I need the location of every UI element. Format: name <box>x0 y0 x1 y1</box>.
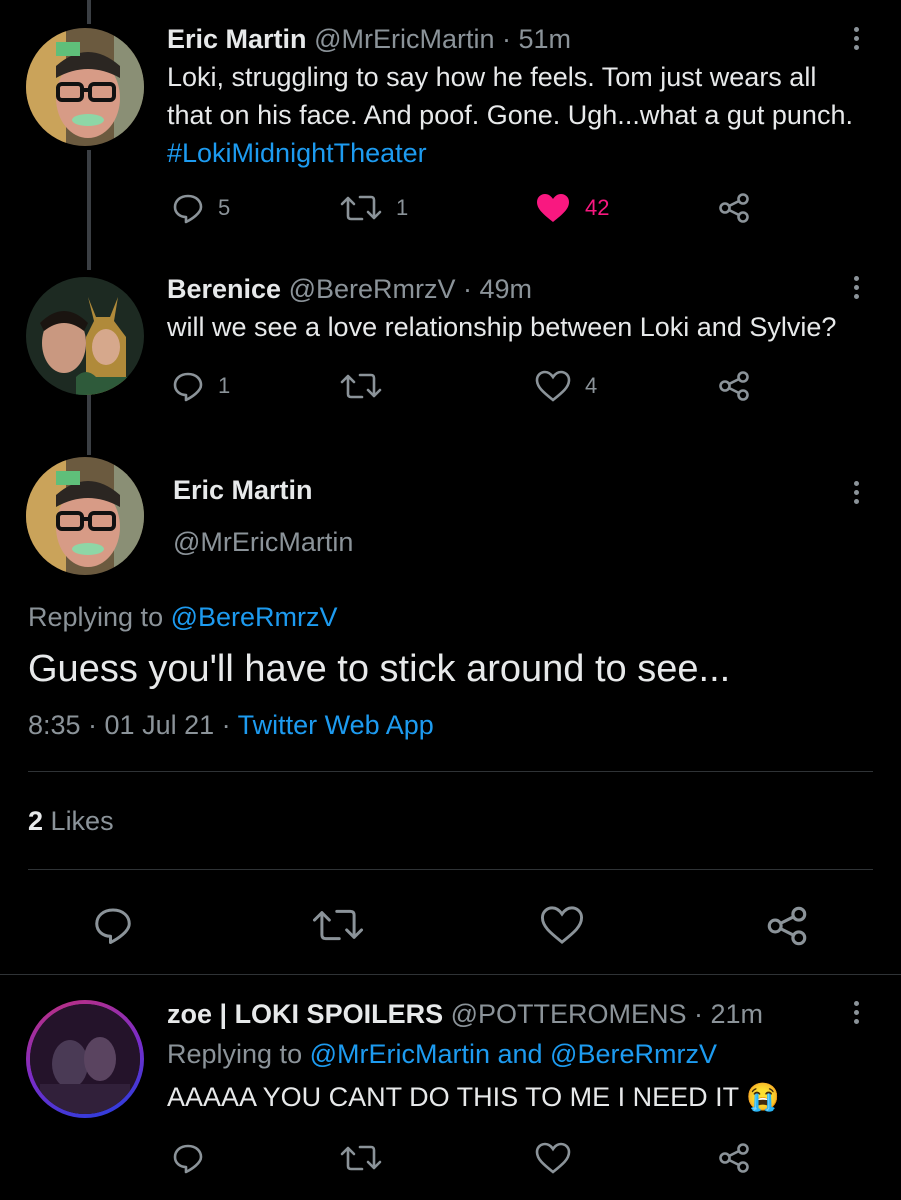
retweet-icon <box>340 1145 382 1171</box>
share-button[interactable] <box>718 1142 750 1174</box>
more-icon[interactable] <box>852 276 860 303</box>
replying-to: Replying to @MrEricMartin and @BereRmrzV <box>167 1035 717 1073</box>
author-name[interactable]: Eric Martin <box>173 475 313 506</box>
share-button[interactable] <box>766 905 808 947</box>
retweet-count: 1 <box>396 195 409 220</box>
timestamp: 8:35 · 01 Jul 21 · Twitter Web App <box>28 710 434 741</box>
thread-line-2 <box>87 395 91 455</box>
tweet-text: will we see a love relationship between … <box>167 312 837 342</box>
thread-line-top <box>87 0 91 24</box>
reply-text: AAAAA YOU CANT DO THIS TO ME I NEED IT <box>167 1082 739 1112</box>
divider <box>28 869 873 870</box>
tweet-text-line-1: Loki, struggling to say how he feels. To… <box>167 62 817 92</box>
more-icon[interactable] <box>852 27 860 54</box>
replying-prefix: Replying to <box>28 602 171 632</box>
author-name[interactable]: Eric Martin <box>167 24 307 54</box>
reply-count: 1 <box>218 373 231 398</box>
like-icon <box>535 370 571 402</box>
like-button[interactable] <box>535 1142 571 1174</box>
share-icon <box>719 371 749 401</box>
thread-line-1 <box>87 150 91 270</box>
divider <box>28 771 873 772</box>
share-icon <box>719 193 749 223</box>
reply-icon <box>95 908 131 944</box>
avatar[interactable] <box>26 457 144 575</box>
tweet-text: AAAAA YOU CANT DO THIS TO ME I NEED IT 😭 <box>167 1078 780 1116</box>
like-button[interactable] <box>540 905 584 945</box>
retweet-button[interactable] <box>340 1142 382 1174</box>
author-meta: @POTTEROMENS · 21m <box>450 999 764 1029</box>
reply-button[interactable]: 5 <box>172 192 230 224</box>
like-icon <box>540 906 584 944</box>
like-button[interactable]: 42 <box>535 192 609 224</box>
more-icon[interactable] <box>852 481 860 508</box>
replying-to-link[interactable]: @MrEricMartin and @BereRmrzV <box>310 1039 717 1069</box>
reply-button[interactable] <box>93 905 133 945</box>
hashtag-link[interactable]: #LokiMidnightTheater <box>167 134 867 172</box>
share-button[interactable] <box>718 370 750 402</box>
like-icon <box>537 194 569 222</box>
reply-button[interactable]: 1 <box>172 370 230 402</box>
author-name[interactable]: Berenice <box>167 274 281 304</box>
like-count: 42 <box>585 195 610 220</box>
like-count: 4 <box>585 373 598 398</box>
avatar[interactable] <box>26 277 144 395</box>
like-button[interactable]: 4 <box>535 370 597 402</box>
likes-label: Likes <box>50 806 114 836</box>
author-handle[interactable]: @MrEricMartin <box>173 527 353 558</box>
avatar[interactable] <box>26 1000 144 1118</box>
share-button[interactable] <box>718 192 750 224</box>
reply-button[interactable] <box>172 1142 204 1174</box>
focused-tweet-text: Guess you'll have to stick around to see… <box>28 648 731 690</box>
author-meta: @MrEricMartin · 51m <box>314 24 571 54</box>
divider <box>0 974 901 975</box>
replying-to-link[interactable]: @BereRmrzV <box>171 602 338 632</box>
replying-to: Replying to @BereRmrzV <box>28 602 338 633</box>
reply-count: 5 <box>218 195 231 220</box>
retweet-button[interactable]: 1 <box>340 192 408 224</box>
crying-face-emoji: 😭 <box>746 1082 780 1112</box>
reply-icon <box>173 1144 203 1174</box>
like-icon <box>535 1142 571 1174</box>
share-icon <box>719 1143 749 1173</box>
retweet-button[interactable] <box>312 905 364 945</box>
share-icon <box>767 906 807 946</box>
timestamp-text: 8:35 · 01 Jul 21 · <box>28 710 238 740</box>
replying-prefix: Replying to <box>167 1039 310 1069</box>
reply-icon <box>173 194 203 224</box>
avatar[interactable] <box>26 28 144 146</box>
retweet-icon <box>340 373 382 399</box>
source-link[interactable]: Twitter Web App <box>238 710 434 740</box>
retweet-button[interactable] <box>340 370 382 402</box>
more-icon[interactable] <box>852 1001 860 1028</box>
reply-icon <box>173 372 203 402</box>
author-name[interactable]: zoe | LOKI SPOILERS <box>167 999 443 1029</box>
likes-count: 2 <box>28 806 44 836</box>
retweet-icon <box>312 909 364 941</box>
tweet-text: Loki, struggling to say how he feels. To… <box>167 58 867 172</box>
author-meta: @BereRmrzV · 49m <box>288 274 533 304</box>
retweet-icon <box>340 195 382 221</box>
likes-summary[interactable]: 2 Likes <box>28 806 114 837</box>
tweet-text-line-2: that on his face. And poof. Gone. Ugh...… <box>167 100 853 130</box>
